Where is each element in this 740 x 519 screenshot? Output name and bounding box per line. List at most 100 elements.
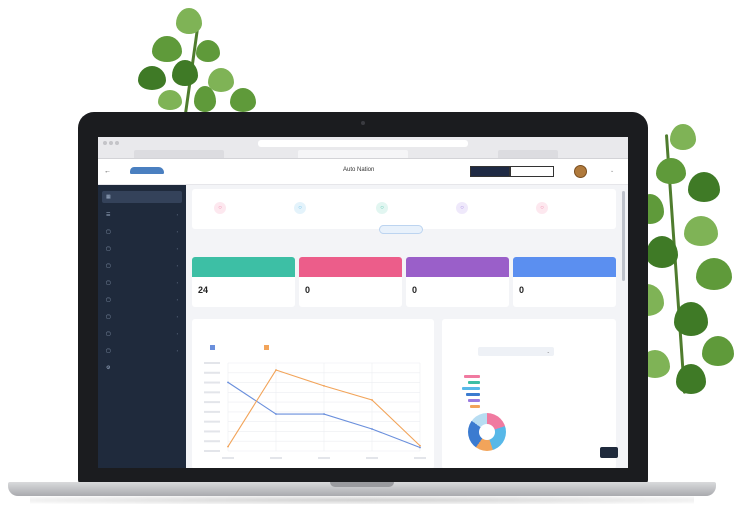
data-point[interactable] xyxy=(323,384,325,387)
stat-card[interactable]: 24 xyxy=(192,257,295,307)
y-tick-label xyxy=(204,430,220,433)
camera-icon xyxy=(361,121,365,125)
chevron-right-icon: › xyxy=(176,246,178,251)
folder-icon: ▢ xyxy=(106,348,111,354)
chevron-right-icon: › xyxy=(176,331,178,336)
folder-icon: ▢ xyxy=(106,331,111,337)
sidebar-item[interactable]: ▢ › xyxy=(102,260,182,272)
back-arrow-icon[interactable]: ← xyxy=(104,168,111,175)
quick-action[interactable]: ○ xyxy=(294,201,364,215)
y-tick-label xyxy=(204,391,220,394)
folder-icon: ▢ xyxy=(106,229,111,235)
sales-report-card xyxy=(192,319,434,468)
stat-card[interactable]: 0 xyxy=(406,257,509,307)
chevron-right-icon: › xyxy=(176,297,178,302)
sidebar-item[interactable]: ▢ › xyxy=(102,311,182,323)
y-tick-label xyxy=(204,401,220,404)
see-more-button[interactable] xyxy=(379,225,423,234)
quick-action[interactable]: ○ xyxy=(214,201,284,215)
quick-action-icon: ○ xyxy=(376,202,388,214)
stat-card-header xyxy=(406,257,509,277)
data-point[interactable] xyxy=(419,444,421,447)
sales-line-chart xyxy=(204,362,426,459)
quick-action[interactable]: ○ xyxy=(456,201,526,215)
quick-action[interactable]: ○ xyxy=(536,201,606,215)
stat-card-value: 0 xyxy=(519,285,525,295)
window-zoom-button[interactable] xyxy=(115,141,119,145)
car-icon xyxy=(130,167,164,174)
chevron-right-icon: › xyxy=(176,348,178,353)
stat-card[interactable]: 0 xyxy=(513,257,616,307)
sidebar-item[interactable]: ▢ › xyxy=(102,294,182,306)
data-point[interactable] xyxy=(323,413,325,415)
laptop-base xyxy=(8,482,716,496)
dashboard-icon: ▦ xyxy=(106,194,111,200)
data-point[interactable] xyxy=(275,369,277,371)
legend-swatch xyxy=(468,381,480,384)
brand-logo[interactable] xyxy=(128,164,168,178)
stat-card-header xyxy=(299,257,402,277)
browser-tab[interactable] xyxy=(134,150,224,158)
legend-swatch xyxy=(264,345,269,350)
address-bar[interactable] xyxy=(258,140,468,147)
product-showcase: ← Auto Nation ⌄ ▦ ☰ › ▢ › ▢ › ▢ › ▢ › ▢ … xyxy=(0,0,740,519)
folder-icon: ▢ xyxy=(106,280,111,286)
sidebar-item[interactable]: ▢ › xyxy=(102,226,182,238)
legend-swatch xyxy=(464,375,480,378)
stat-card[interactable]: 0 xyxy=(299,257,402,307)
browser-tab[interactable] xyxy=(298,150,408,158)
sidebar-item[interactable]: ▢ › xyxy=(102,328,182,340)
data-point[interactable] xyxy=(227,381,229,384)
browser-toolbar xyxy=(98,137,628,159)
laptop-notch xyxy=(330,482,394,487)
stat-card-value: 0 xyxy=(412,285,418,295)
folder-icon: ▢ xyxy=(106,314,111,320)
stat-card-value: 24 xyxy=(198,285,209,295)
data-point[interactable] xyxy=(371,428,373,430)
quick-actions-panel: ○ ○ ○ ○ ○ xyxy=(192,189,616,229)
plant-top xyxy=(138,6,258,116)
sidebar-item[interactable]: ▢ › xyxy=(102,277,182,289)
sidebar: ▦ ☰ › ▢ › ▢ › ▢ › ▢ › ▢ › ▢ › ▢ › ▢ › ⚙ xyxy=(98,185,186,468)
sidebar-item[interactable]: ☰ › xyxy=(102,209,182,221)
quick-action[interactable]: ○ xyxy=(376,201,446,215)
stat-card-value: 0 xyxy=(305,285,311,295)
laptop-lid: ← Auto Nation ⌄ ▦ ☰ › ▢ › ▢ › ▢ › ▢ › ▢ … xyxy=(78,112,648,484)
sidebar-item[interactable]: ▢ › xyxy=(102,243,182,255)
legend-swatch xyxy=(470,405,480,408)
data-point[interactable] xyxy=(275,413,277,415)
stat-card-header xyxy=(192,257,295,277)
quick-action-icon: ○ xyxy=(294,202,306,214)
period-select[interactable]: ⌄ xyxy=(478,347,554,356)
y-tick-label xyxy=(204,362,220,364)
window-close-button[interactable] xyxy=(103,141,107,145)
legend-swatch xyxy=(210,345,215,350)
y-tick-label xyxy=(204,420,220,423)
legend-swatch xyxy=(468,399,480,402)
vehicle-card: ⌄ xyxy=(442,319,618,468)
data-point[interactable] xyxy=(227,445,229,448)
chevron-right-icon: › xyxy=(176,263,178,268)
data-point[interactable] xyxy=(419,446,421,449)
segment-button-inactive[interactable] xyxy=(510,166,554,177)
avatar[interactable] xyxy=(574,165,587,178)
menu-icon: ☰ xyxy=(106,212,111,218)
y-tick-label xyxy=(204,440,220,443)
chevron-down-icon[interactable]: ⌄ xyxy=(610,168,614,174)
y-tick-label xyxy=(204,410,220,413)
y-tick-label xyxy=(204,450,220,452)
chevron-right-icon: › xyxy=(176,280,178,285)
segment-button-active[interactable] xyxy=(470,166,510,177)
scrollbar[interactable] xyxy=(622,191,625,281)
browser-tab[interactable] xyxy=(498,150,558,158)
go-button[interactable] xyxy=(600,447,618,458)
sidebar-item[interactable]: ▢ › xyxy=(102,345,182,357)
data-point[interactable] xyxy=(371,399,373,401)
sidebar-item-dashboard[interactable]: ▦ xyxy=(102,191,182,203)
sidebar-item-settings[interactable]: ⚙ xyxy=(102,362,182,374)
quick-action-icon: ○ xyxy=(456,202,468,214)
laptop-shadow xyxy=(30,496,694,504)
window-minimize-button[interactable] xyxy=(109,141,113,145)
x-tick-label xyxy=(270,457,282,459)
app-header: ← Auto Nation ⌄ xyxy=(98,159,628,185)
